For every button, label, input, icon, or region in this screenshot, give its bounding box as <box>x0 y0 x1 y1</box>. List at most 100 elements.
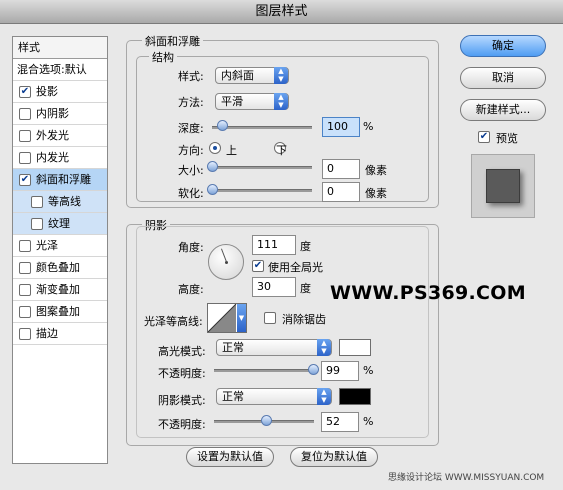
style-item[interactable]: ✔ 投影 <box>13 81 107 103</box>
style-item[interactable]: 描边 <box>13 323 107 345</box>
altitude-input[interactable]: 30 <box>252 277 296 297</box>
preview-checkbox[interactable]: ✔ <box>478 131 490 143</box>
size-slider-thumb[interactable] <box>207 161 218 172</box>
technique-select-value: 平滑 <box>221 95 243 108</box>
style-item-checkbox[interactable]: ✔ <box>19 85 31 98</box>
soften-input[interactable]: 0 <box>322 182 360 202</box>
direction-label: 方向: <box>178 144 204 157</box>
highlight-opacity-thumb[interactable] <box>308 364 319 375</box>
shadow-opacity-label: 不透明度: <box>158 418 206 431</box>
reset-default-button[interactable]: 复位为默认值 <box>290 447 378 467</box>
style-item-label: 外发光 <box>36 128 69 142</box>
highlight-mode-value: 正常 <box>222 341 244 354</box>
set-default-button[interactable]: 设置为默认值 <box>186 447 274 467</box>
altitude-label: 高度: <box>178 283 204 296</box>
highlight-mode-label: 高光模式: <box>158 345 206 358</box>
style-item[interactable]: 光泽 <box>13 235 107 257</box>
angle-dial[interactable] <box>208 244 244 280</box>
direction-up-radio[interactable] <box>209 142 221 154</box>
style-item-checkbox[interactable] <box>19 327 31 340</box>
site-credit: 思缘设计论坛 WWW.MISSYUAN.COM <box>388 473 545 483</box>
shadow-mode-value: 正常 <box>222 390 244 403</box>
soften-unit: 像素 <box>365 187 387 200</box>
style-item-checkbox[interactable] <box>19 283 31 296</box>
style-item-checkbox[interactable] <box>19 261 31 274</box>
contour-dropdown-icon[interactable]: ▼ <box>237 304 246 332</box>
style-item[interactable]: 颜色叠加 <box>13 257 107 279</box>
soften-slider-track[interactable] <box>212 189 312 192</box>
style-item-checkbox[interactable] <box>31 195 43 208</box>
style-item-checkbox[interactable] <box>19 107 31 120</box>
size-slider-track[interactable] <box>212 166 312 169</box>
dropdown-arrow-icon: ▲ ▼ <box>274 67 288 84</box>
new-style-button[interactable]: 新建样式... <box>460 99 546 121</box>
style-item-label: 内阴影 <box>36 106 69 120</box>
soften-slider-thumb[interactable] <box>207 184 218 195</box>
style-item-checkbox[interactable] <box>19 129 31 142</box>
dropdown-arrow-icon: ▲ ▼ <box>317 388 331 405</box>
size-unit: 像素 <box>365 164 387 177</box>
style-item[interactable]: 纹理 <box>13 213 107 235</box>
gloss-contour-picker[interactable]: ▼ <box>207 303 247 333</box>
highlight-opacity-track[interactable] <box>214 369 314 372</box>
shadow-mode-label: 阴影模式: <box>158 394 206 407</box>
style-item[interactable]: 外发光 <box>13 125 107 147</box>
watermark-text: WWW.PS369.COM <box>330 282 526 304</box>
dropdown-arrow-icon: ▲ ▼ <box>317 339 331 356</box>
highlight-opacity-input[interactable]: 99 <box>321 361 359 381</box>
style-item-label: 投影 <box>36 84 58 98</box>
global-light-checkbox[interactable]: ✔ <box>252 260 264 272</box>
direction-down-label: 下 <box>276 144 287 157</box>
angle-dial-needle <box>220 248 227 262</box>
bevel-group-title: 斜面和浮雕 <box>142 33 203 49</box>
preview-swatch <box>486 169 520 203</box>
blend-options-item[interactable]: 混合选项:默认 <box>13 59 107 81</box>
style-item-checkbox[interactable] <box>31 217 43 230</box>
technique-select[interactable]: 平滑 ▲ ▼ <box>215 93 289 110</box>
shadow-opacity-thumb[interactable] <box>261 415 272 426</box>
depth-label: 深度: <box>178 122 204 135</box>
size-input[interactable]: 0 <box>322 159 360 179</box>
style-item-checkbox[interactable]: ✔ <box>19 173 31 186</box>
styles-list-header[interactable]: 样式 <box>13 37 107 59</box>
window-title: 图层样式 <box>0 0 563 24</box>
style-item-checkbox[interactable] <box>19 305 31 318</box>
depth-input[interactable]: 100 <box>322 117 360 137</box>
style-item[interactable]: 图案叠加 <box>13 301 107 323</box>
style-item-checkbox[interactable] <box>19 239 31 252</box>
structure-group-title: 结构 <box>149 49 177 65</box>
highlight-opacity-unit: % <box>363 364 374 377</box>
antialias-label: 消除锯齿 <box>282 313 326 326</box>
depth-unit: % <box>363 120 374 133</box>
highlight-mode-select[interactable]: 正常 ▲ ▼ <box>216 339 332 356</box>
style-item[interactable]: 渐变叠加 <box>13 279 107 301</box>
preview-thumbnail <box>471 154 535 218</box>
shadow-color-swatch[interactable] <box>339 388 371 405</box>
style-select[interactable]: 内斜面 ▲ ▼ <box>215 67 289 84</box>
cancel-button[interactable]: 取消 <box>460 67 546 89</box>
style-item-label: 等高线 <box>48 194 81 208</box>
style-item-label: 斜面和浮雕 <box>36 172 91 186</box>
angle-input[interactable]: 111 <box>252 235 296 255</box>
style-select-value: 内斜面 <box>221 69 254 82</box>
style-item-checkbox[interactable] <box>19 151 31 164</box>
style-item[interactable]: ✔ 斜面和浮雕 <box>13 169 107 191</box>
style-item-label: 图案叠加 <box>36 304 80 318</box>
direction-up-label: 上 <box>226 144 237 157</box>
ok-button[interactable]: 确定 <box>460 35 546 57</box>
technique-label: 方法: <box>178 96 204 109</box>
shadow-opacity-input[interactable]: 52 <box>321 412 359 432</box>
style-item[interactable]: 内阴影 <box>13 103 107 125</box>
style-item[interactable]: 内发光 <box>13 147 107 169</box>
antialias-checkbox[interactable] <box>264 312 276 324</box>
style-item[interactable]: 等高线 <box>13 191 107 213</box>
styles-list: 样式 混合选项:默认 ✔ 投影内阴影外发光内发光 ✔ 斜面和浮雕等高线纹理光泽颜色叠加… <box>12 36 108 464</box>
highlight-opacity-label: 不透明度: <box>158 367 206 380</box>
style-label: 样式: <box>178 70 204 83</box>
highlight-color-swatch[interactable] <box>339 339 371 356</box>
shadow-mode-select[interactable]: 正常 ▲ ▼ <box>216 388 332 405</box>
style-item-label: 光泽 <box>36 238 58 252</box>
style-item-label: 内发光 <box>36 150 69 164</box>
depth-slider-thumb[interactable] <box>217 120 228 131</box>
angle-unit: 度 <box>300 240 311 253</box>
